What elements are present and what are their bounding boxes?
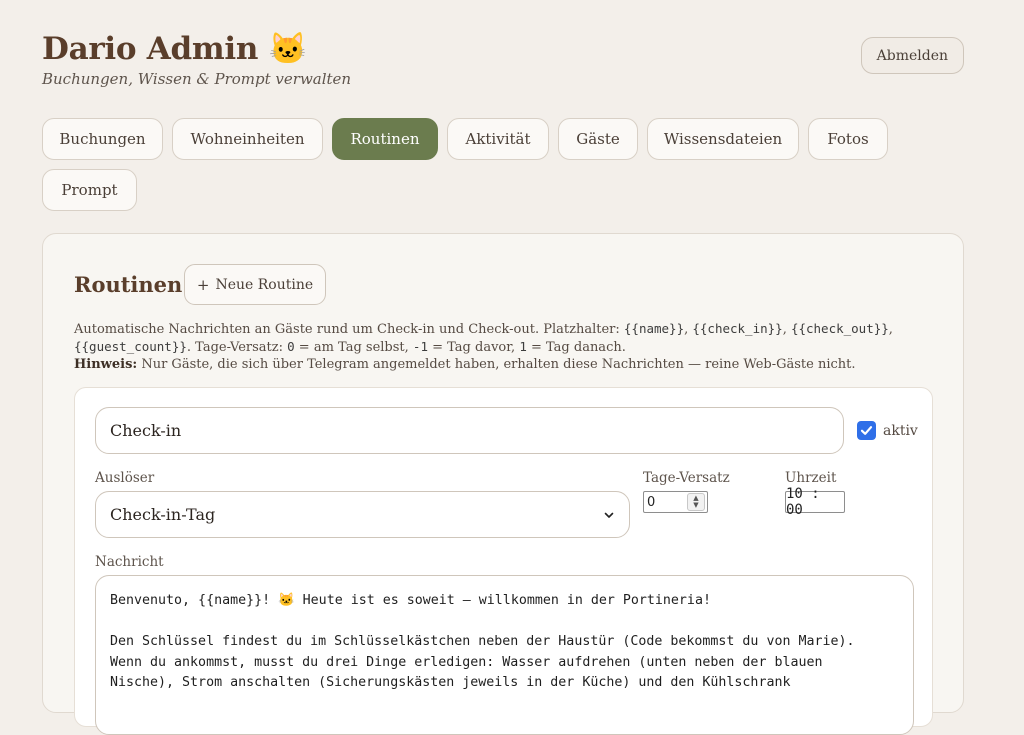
active-label: aktiv	[883, 422, 918, 439]
section-title: Routinen	[74, 272, 183, 297]
tab-fotos[interactable]: Fotos	[808, 118, 888, 160]
offset-number-input[interactable]: 0 ▲ ▼	[643, 491, 708, 513]
app-title: Dario Admin 🐱	[42, 31, 307, 67]
hint-label: Hinweis:	[74, 357, 138, 372]
active-toggle[interactable]: aktiv	[857, 421, 918, 440]
message-textarea[interactable]: Benvenuto, {{name}}! 🐱 Heute ist es sowe…	[95, 575, 914, 735]
tab-routinen[interactable]: Routinen	[332, 118, 438, 160]
plus-icon: +	[196, 275, 210, 294]
trigger-label: Auslöser	[95, 470, 155, 486]
app-subtitle: Buchungen, Wissen & Prompt verwalten	[42, 70, 352, 88]
hint-text: Nur Gäste, die sich über Telegram angeme…	[137, 357, 856, 372]
routines-description: Automatische Nachrichten an Gäste rund u…	[74, 321, 893, 372]
message-label: Nachricht	[95, 554, 164, 570]
trigger-select-value: Check-in-Tag	[110, 505, 216, 524]
routine-name-input[interactable]: Check-in	[95, 407, 844, 454]
tab-gaeste[interactable]: Gäste	[558, 118, 638, 160]
tab-aktivitaet[interactable]: Aktivität	[447, 118, 549, 160]
active-checkbox[interactable]	[857, 421, 876, 440]
logout-button[interactable]: Abmelden	[860, 37, 964, 74]
time-label: Uhrzeit	[785, 470, 837, 486]
chevron-down-icon	[604, 512, 614, 518]
new-routine-button[interactable]: + Neue Routine	[184, 264, 326, 305]
tab-prompt[interactable]: Prompt	[42, 169, 137, 211]
stepper-icon[interactable]: ▲ ▼	[687, 493, 705, 511]
time-input[interactable]: 10 : 00	[785, 486, 845, 518]
new-routine-label: Neue Routine	[215, 276, 314, 293]
tab-wissensdateien[interactable]: Wissensdateien	[647, 118, 799, 160]
tab-buchungen[interactable]: Buchungen	[42, 118, 163, 160]
offset-value: 0	[647, 494, 656, 510]
checkmark-icon	[860, 426, 873, 435]
routine-card: Check-in aktiv Auslöser Tage-Versatz Uhr…	[74, 387, 933, 735]
trigger-select[interactable]: Check-in-Tag	[95, 491, 630, 538]
offset-label: Tage-Versatz	[643, 470, 730, 486]
routines-panel: Routinen + Neue Routine Automatische Nac…	[42, 233, 964, 735]
tab-wohneinheiten[interactable]: Wohneinheiten	[172, 118, 323, 160]
